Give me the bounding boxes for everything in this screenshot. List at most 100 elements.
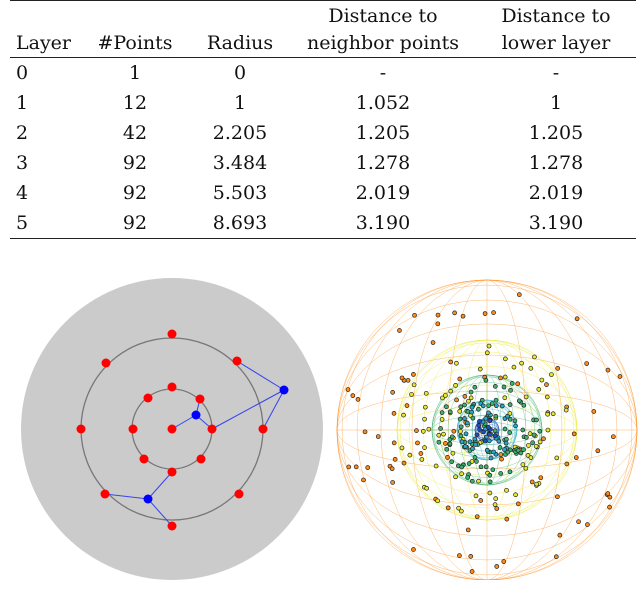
sphere-point <box>453 474 458 480</box>
sphere-point <box>544 382 549 387</box>
sphere-point <box>409 392 414 397</box>
sphere-point <box>350 393 356 398</box>
table-row: 5 92 8.693 3.190 3.190 <box>10 208 636 239</box>
sphere-point <box>454 360 459 366</box>
sphere-point <box>465 409 471 414</box>
sphere-point <box>487 418 493 424</box>
header-radius: Radius <box>206 32 274 54</box>
sphere-point <box>458 433 464 439</box>
sphere-point <box>459 508 464 514</box>
sphere-point <box>538 475 544 481</box>
sphere-point <box>563 407 569 413</box>
sphere-point <box>523 394 529 400</box>
sphere-point <box>484 447 490 453</box>
sphere-point <box>550 411 556 417</box>
sphere-point <box>458 429 463 434</box>
sphere-point <box>523 465 529 471</box>
sphere-point <box>422 416 427 422</box>
sphere-point <box>477 427 482 432</box>
sphere-point <box>375 434 381 439</box>
sphere-point <box>605 491 611 496</box>
sphere-point <box>499 456 504 462</box>
sphere-point <box>534 481 540 487</box>
sphere-point <box>465 475 471 480</box>
table-cell: 1.052 <box>355 92 411 114</box>
sphere-point <box>502 426 508 432</box>
sphere-point <box>502 447 507 452</box>
table-cell: 1.278 <box>355 152 411 174</box>
sphere-point <box>472 436 478 442</box>
sphere-point <box>498 471 504 476</box>
sphere-point <box>494 564 500 569</box>
sphere-point <box>507 430 513 435</box>
table-cell: 1 <box>549 92 563 114</box>
layer-schematic-2d <box>21 278 323 580</box>
sphere-point <box>493 496 499 501</box>
sphere-point <box>438 426 443 431</box>
sphere-point <box>414 428 419 433</box>
sphere-point <box>466 461 472 466</box>
layer-point <box>195 394 205 404</box>
sphere-point <box>472 455 478 460</box>
sphere-point <box>486 410 491 416</box>
sphere-point <box>486 343 492 349</box>
layer-point <box>76 424 86 434</box>
layer-point <box>258 424 268 434</box>
sphere-point <box>448 359 454 365</box>
sphere-point <box>515 381 521 387</box>
sphere-point <box>487 479 493 485</box>
sphere-point <box>573 455 579 460</box>
sphere-point <box>507 469 513 475</box>
sphere-point <box>498 452 504 457</box>
sphere-point <box>449 459 455 465</box>
sphere-point <box>501 559 507 564</box>
sphere-point <box>571 431 577 437</box>
sphere-point <box>493 397 499 403</box>
sphere-point <box>486 403 491 409</box>
sphere-point <box>492 384 498 389</box>
sphere-point <box>462 444 468 449</box>
sphere-point <box>453 383 458 388</box>
sphere-point <box>564 461 570 467</box>
sphere-point <box>405 377 411 383</box>
sphere-point <box>355 397 361 402</box>
sphere-point <box>472 384 478 390</box>
sphere-point <box>436 439 442 445</box>
table-cell: 92 <box>122 182 148 204</box>
sphere-point <box>365 465 371 470</box>
sphere-point <box>529 479 535 485</box>
sphere-point <box>520 427 526 433</box>
sphere-point <box>415 440 420 446</box>
sphere-point <box>478 498 484 503</box>
sphere-point <box>487 432 492 437</box>
sphere-point <box>418 451 424 456</box>
sphere-point <box>441 431 446 437</box>
sphere-point <box>520 462 526 467</box>
sphere-point <box>361 477 366 483</box>
sphere-point <box>504 516 510 522</box>
sphere-point <box>473 493 479 499</box>
table-row: 2 42 2.205 1.205 1.205 <box>10 118 636 148</box>
table-cell: 1.278 <box>528 152 584 174</box>
layer-point <box>234 489 244 499</box>
sphere-point <box>448 388 454 394</box>
header-neighbor-distance: Distance to neighbor points <box>307 5 459 54</box>
sphere-point <box>474 514 480 520</box>
table-cell: - <box>552 62 560 84</box>
sphere-point <box>504 487 509 493</box>
sphere-point <box>469 409 474 415</box>
sphere-point <box>530 440 535 446</box>
sphere-point <box>474 459 479 464</box>
layer-table: Layer #Points Radius Distance to neighbo… <box>10 0 636 239</box>
sphere-point <box>574 316 580 322</box>
sphere-point <box>422 445 427 450</box>
sphere-point <box>486 424 491 430</box>
sphere-point <box>457 553 462 558</box>
sphere-point <box>362 429 368 435</box>
sphere-point <box>545 411 550 417</box>
sphere-point <box>499 403 505 409</box>
sphere-point <box>534 417 539 423</box>
table-cell: 1 <box>128 62 142 84</box>
sphere-point <box>470 446 475 452</box>
sphere-point <box>509 381 515 386</box>
